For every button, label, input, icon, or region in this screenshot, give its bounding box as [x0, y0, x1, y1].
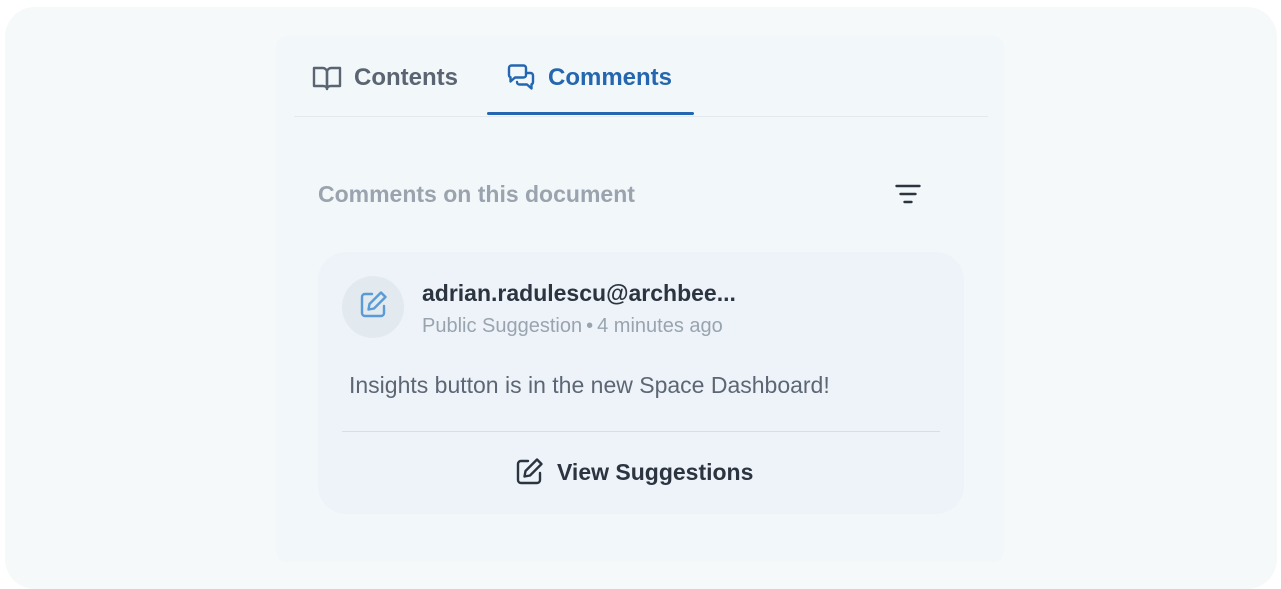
- tab-label: Comments: [548, 63, 673, 91]
- tab-contents[interactable]: Contents: [312, 40, 458, 115]
- active-tab-indicator: [487, 112, 694, 115]
- comment-meta: Public Suggestion • 4 minutes ago: [422, 315, 723, 338]
- edit-square-icon: [513, 456, 545, 488]
- chat-bubbles-icon: [506, 63, 536, 93]
- edit-square-icon: [357, 289, 389, 326]
- view-suggestions-label: View Suggestions: [557, 458, 754, 485]
- filter-lines-icon: [895, 183, 921, 210]
- divider: [342, 431, 940, 432]
- comment-time: 4 minutes ago: [597, 315, 723, 337]
- comments-section-title: Comments on this document: [318, 181, 635, 207]
- tab-comments[interactable]: Comments: [506, 40, 672, 115]
- avatar: [342, 276, 404, 338]
- comment-type: Public Suggestion: [422, 315, 583, 337]
- comment-card: adrian.radulescu@archbee... Public Sugge…: [318, 252, 964, 514]
- book-open-icon: [312, 64, 342, 92]
- comment-body: Insights button is in the new Space Dash…: [349, 372, 830, 398]
- tab-bar: Contents Comments: [294, 40, 988, 117]
- meta-separator: •: [586, 315, 594, 337]
- view-suggestions-button[interactable]: View Suggestions: [513, 452, 753, 492]
- tab-label: Contents: [354, 63, 458, 91]
- comment-author: adrian.radulescu@archbee...: [422, 280, 736, 306]
- filter-button[interactable]: [890, 180, 926, 212]
